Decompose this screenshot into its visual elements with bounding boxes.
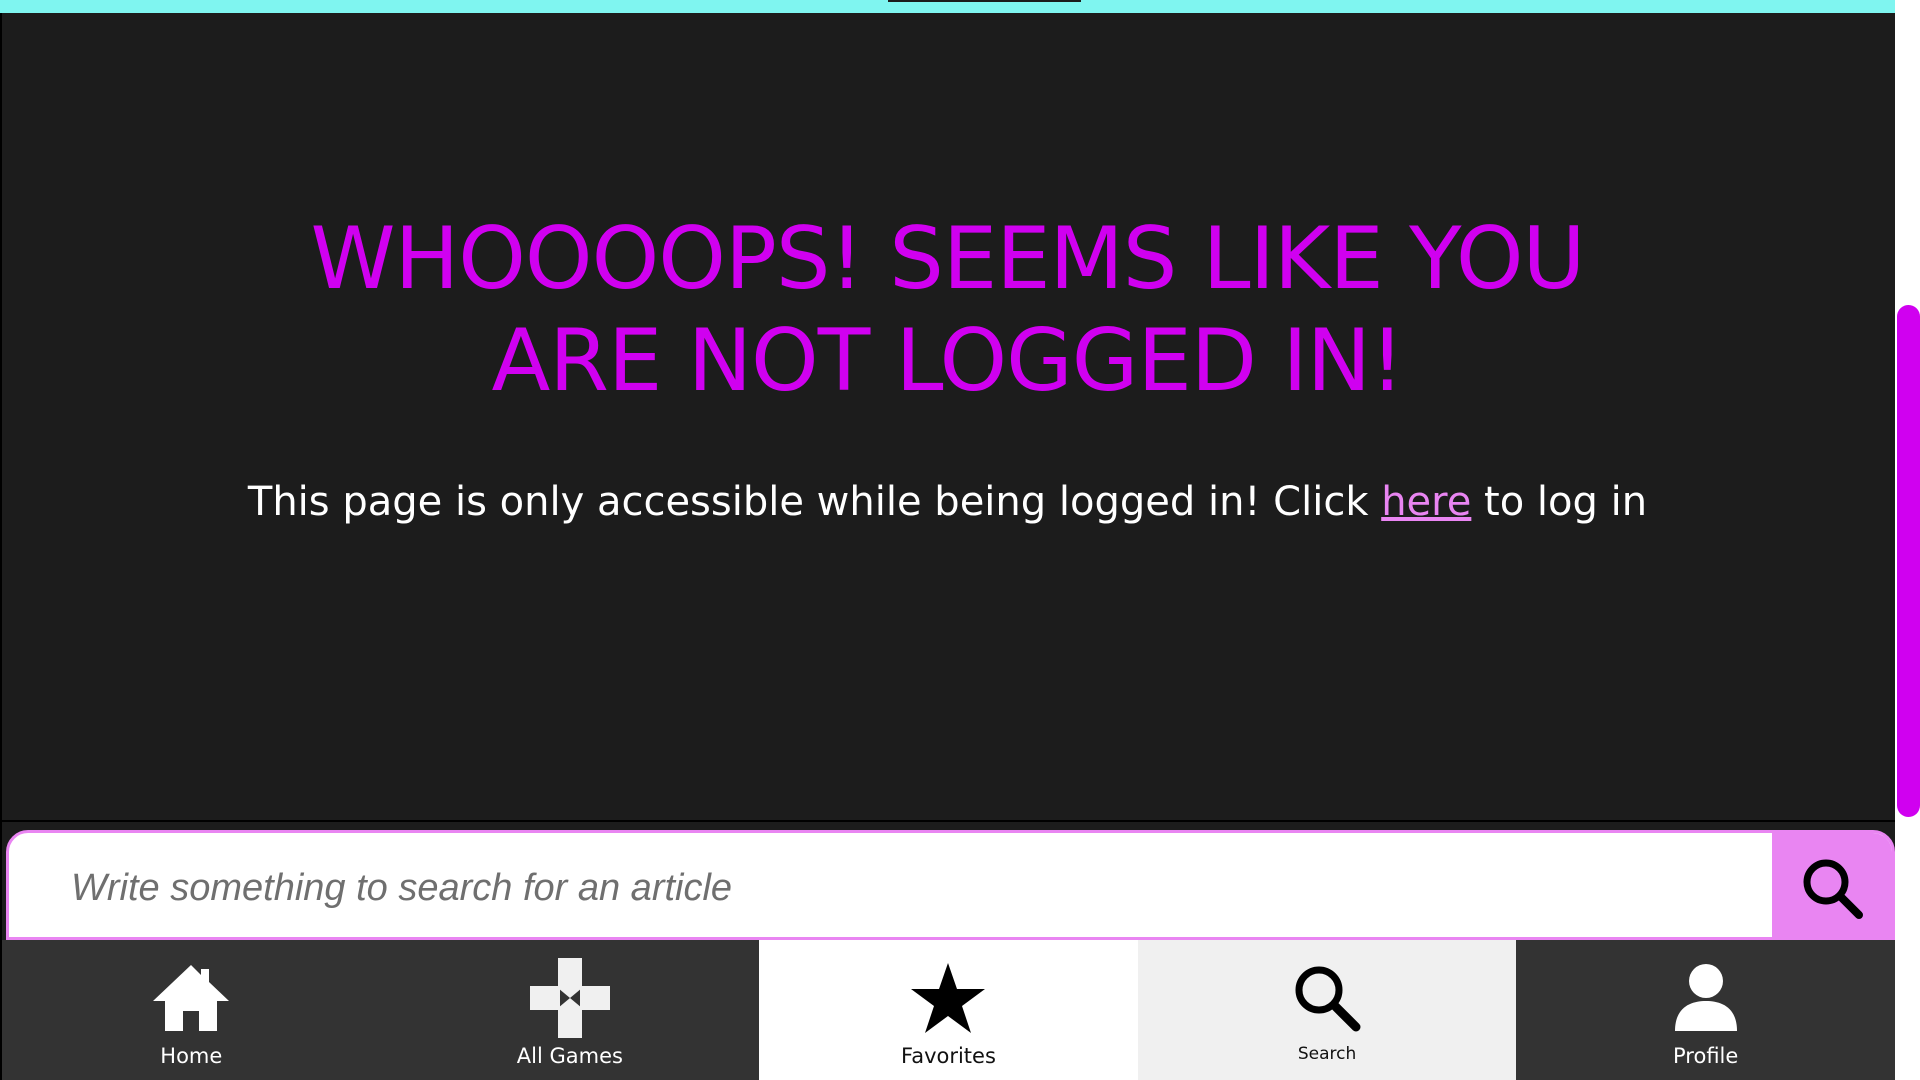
nav-item-label: Search bbox=[1297, 1044, 1357, 1064]
nav-item-all-games[interactable]: All Games bbox=[380, 940, 760, 1080]
nav-item-search[interactable]: Search bbox=[1137, 940, 1517, 1080]
scrollbar-thumb[interactable] bbox=[1897, 305, 1920, 817]
search-icon bbox=[1284, 958, 1370, 1038]
search-button[interactable] bbox=[1772, 833, 1892, 937]
search-input[interactable] bbox=[9, 833, 1779, 937]
nav-item-home[interactable]: Home bbox=[2, 940, 381, 1080]
search-icon bbox=[1803, 859, 1863, 919]
message-text-after: to log in bbox=[1471, 479, 1648, 525]
nav-item-label: Profile bbox=[1673, 1044, 1739, 1068]
message-text-before: This page is only accessible while being… bbox=[247, 479, 1382, 525]
page-title-line-2: ARE NOT LOGGED IN! bbox=[491, 311, 1404, 411]
content-divider bbox=[2, 820, 1895, 822]
nav-item-favorites[interactable]: Favorites bbox=[759, 940, 1138, 1080]
main-content: WHOOOOPS! SEEMS LIKE YOU ARE NOT LOGGED … bbox=[0, 0, 1895, 820]
login-required-message: This page is only accessible while being… bbox=[0, 476, 1895, 528]
page-title-line-1: WHOOOOPS! SEEMS LIKE YOU bbox=[310, 209, 1586, 309]
gamepad-icon bbox=[527, 958, 613, 1038]
user-icon bbox=[1663, 958, 1749, 1038]
bottom-navigation: Home All Games Favorites Search Profile bbox=[2, 940, 1895, 1080]
nav-item-label: Favorites bbox=[901, 1044, 996, 1068]
home-icon bbox=[148, 958, 234, 1038]
login-link[interactable]: here bbox=[1381, 479, 1471, 525]
article-search-bar bbox=[6, 830, 1895, 940]
nav-item-label: Home bbox=[160, 1044, 223, 1068]
star-icon bbox=[905, 958, 991, 1038]
nav-item-profile[interactable]: Profile bbox=[1516, 940, 1895, 1080]
nav-item-label: All Games bbox=[516, 1044, 623, 1068]
page-title: WHOOOOPS! SEEMS LIKE YOU ARE NOT LOGGED … bbox=[0, 208, 1895, 412]
